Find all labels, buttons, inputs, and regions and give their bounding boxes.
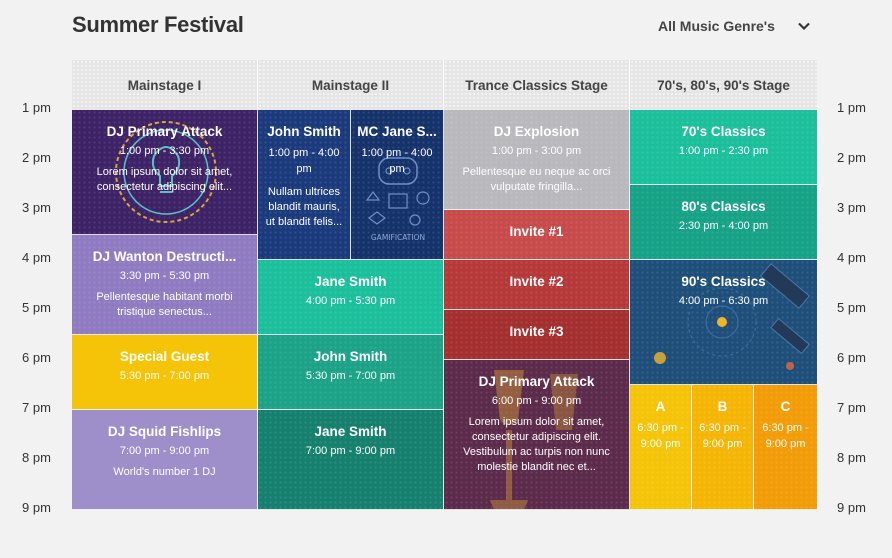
stage-header-trance-classics: Trance Classics Stage (444, 60, 630, 110)
time-label: 1 pm (837, 100, 866, 115)
time-label: 7 pm (22, 400, 51, 415)
event-invite-3[interactable]: Invite #3 (444, 310, 630, 360)
event-jane-smith-2[interactable]: Jane Smith 7:00 pm - 9:00 pm (258, 410, 444, 510)
event-mc-jane-smith[interactable]: GAMIFICATION MC Jane S... 1:00 pm - 4:00… (351, 110, 444, 260)
event-time: 7:00 pm - 9:00 pm (305, 445, 396, 457)
event-time: 5:30 pm - 7:00 pm (119, 370, 210, 382)
event-90s-classics[interactable]: 90's Classics 4:00 pm - 6:30 pm (630, 260, 817, 385)
event-name: Jane Smith (314, 274, 387, 289)
time-label: 5 pm (22, 300, 51, 315)
event-c[interactable]: C 6:30 pm - 9:00 pm (754, 385, 817, 510)
stage-header-retro: 70's, 80's, 90's Stage (630, 60, 817, 110)
time-label: 4 pm (22, 250, 51, 265)
time-label: 8 pm (837, 450, 866, 465)
event-time: 7:00 pm - 9:00 pm (119, 445, 210, 457)
event-time: 1:00 pm - 3:30 pm (119, 145, 210, 157)
time-label: 3 pm (22, 200, 51, 215)
page-title: Summer Festival (72, 12, 244, 37)
time-label: 2 pm (837, 150, 866, 165)
event-time: 1:00 pm - 4:00 pm (268, 147, 340, 175)
time-label: 7 pm (837, 400, 866, 415)
event-name: 70's Classics (681, 124, 766, 139)
event-description: Lorem ipsum dolor sit amet, consectetur … (463, 416, 610, 473)
event-description: Pellentesque habitant morbi tristique se… (96, 291, 233, 318)
event-dj-explosion[interactable]: DJ Explosion 1:00 pm - 3:00 pm Pellentes… (444, 110, 630, 210)
event-john-smith-2[interactable]: John Smith 5:30 pm - 7:00 pm (258, 335, 444, 410)
event-name: John Smith (267, 124, 341, 139)
event-name: Invite #1 (509, 224, 564, 239)
event-time: 1:00 pm - 3:00 pm (491, 145, 582, 157)
event-time: 1:00 pm - 2:30 pm (678, 145, 769, 157)
event-invite-2[interactable]: Invite #2 (444, 260, 630, 310)
event-name: Special Guest (119, 349, 210, 364)
event-b[interactable]: B 6:30 pm - 9:00 pm (692, 385, 754, 510)
event-name: 80's Classics (681, 199, 766, 214)
event-special-guest[interactable]: Special Guest 5:30 pm - 7:00 pm (72, 335, 258, 410)
time-label: 5 pm (837, 300, 866, 315)
event-description: World's number 1 DJ (113, 466, 216, 478)
event-time: 1:00 pm - 4:00 pm (361, 147, 433, 175)
event-john-smith[interactable]: John Smith 1:00 pm - 4:00 pm Nullam ultr… (258, 110, 351, 260)
event-dj-primary-attack[interactable]: DJ Primary Attack 1:00 pm - 3:30 pm Lore… (72, 110, 258, 235)
event-80s-classics[interactable]: 80's Classics 2:30 pm - 4:00 pm (630, 185, 817, 260)
event-time: 5:30 pm - 7:00 pm (305, 370, 396, 382)
event-name: Jane Smith (314, 424, 387, 439)
event-name: 90's Classics (681, 274, 766, 289)
event-name: DJ Primary Attack (478, 374, 595, 389)
event-time: 3:30 pm - 5:30 pm (119, 270, 210, 282)
time-label: 4 pm (837, 250, 866, 265)
event-description: Lorem ipsum dolor sit amet, consectetur … (96, 166, 233, 193)
event-name: DJ Primary Attack (106, 124, 223, 139)
time-label: 9 pm (837, 500, 866, 515)
event-name: A (655, 399, 666, 414)
time-label: 6 pm (837, 350, 866, 365)
event-dj-primary-attack-2[interactable]: DJ Primary Attack 6:00 pm - 9:00 pm Lore… (444, 360, 630, 510)
event-description: Nullam ultrices blandit mauris, ut bland… (265, 186, 343, 228)
event-dj-squid-fishlips[interactable]: DJ Squid Fishlips 7:00 pm - 9:00 pm Worl… (72, 410, 258, 510)
event-name: MC Jane S... (357, 124, 437, 139)
time-label: 9 pm (22, 500, 51, 515)
event-name: Invite #3 (509, 324, 564, 339)
event-name: DJ Explosion (493, 124, 580, 139)
event-name: DJ Wanton Destructi... (92, 249, 237, 264)
event-time: 6:30 pm - 9:00 pm (762, 422, 809, 450)
genre-filter-label: All Music Genre's (658, 18, 775, 34)
time-label: 1 pm (22, 100, 51, 115)
event-a[interactable]: A 6:30 pm - 9:00 pm (630, 385, 692, 510)
event-name: B (717, 399, 728, 414)
event-time: 6:00 pm - 9:00 pm (491, 395, 582, 407)
svg-text:GAMIFICATION: GAMIFICATION (371, 233, 425, 242)
event-name: Invite #2 (509, 274, 564, 289)
event-time: 4:00 pm - 6:30 pm (678, 295, 769, 307)
event-name: C (780, 399, 791, 414)
event-time: 6:30 pm - 9:00 pm (699, 422, 746, 450)
chevron-down-icon (797, 19, 811, 33)
event-description: Pellentesque eu neque ac orci vulputate … (462, 166, 611, 193)
event-time: 6:30 pm - 9:00 pm (637, 422, 684, 450)
event-dj-wanton-destruction[interactable]: DJ Wanton Destructi... 3:30 pm - 5:30 pm… (72, 235, 258, 335)
time-label: 6 pm (22, 350, 51, 365)
event-time: 2:30 pm - 4:00 pm (678, 220, 769, 232)
time-label: 8 pm (22, 450, 51, 465)
stage-header-mainstage-1: Mainstage I (72, 60, 258, 110)
event-name: DJ Squid Fishlips (107, 424, 222, 439)
event-70s-classics[interactable]: 70's Classics 1:00 pm - 2:30 pm (630, 110, 817, 185)
time-label: 3 pm (837, 200, 866, 215)
stage-header-mainstage-2: Mainstage II (258, 60, 444, 110)
genre-filter-dropdown[interactable]: All Music Genre's (658, 18, 811, 34)
event-name: John Smith (313, 349, 388, 364)
time-label: 2 pm (22, 150, 51, 165)
event-jane-smith[interactable]: Jane Smith 4:00 pm - 5:30 pm (258, 260, 444, 335)
event-time: 4:00 pm - 5:30 pm (305, 295, 396, 307)
event-invite-1[interactable]: Invite #1 (444, 210, 630, 260)
